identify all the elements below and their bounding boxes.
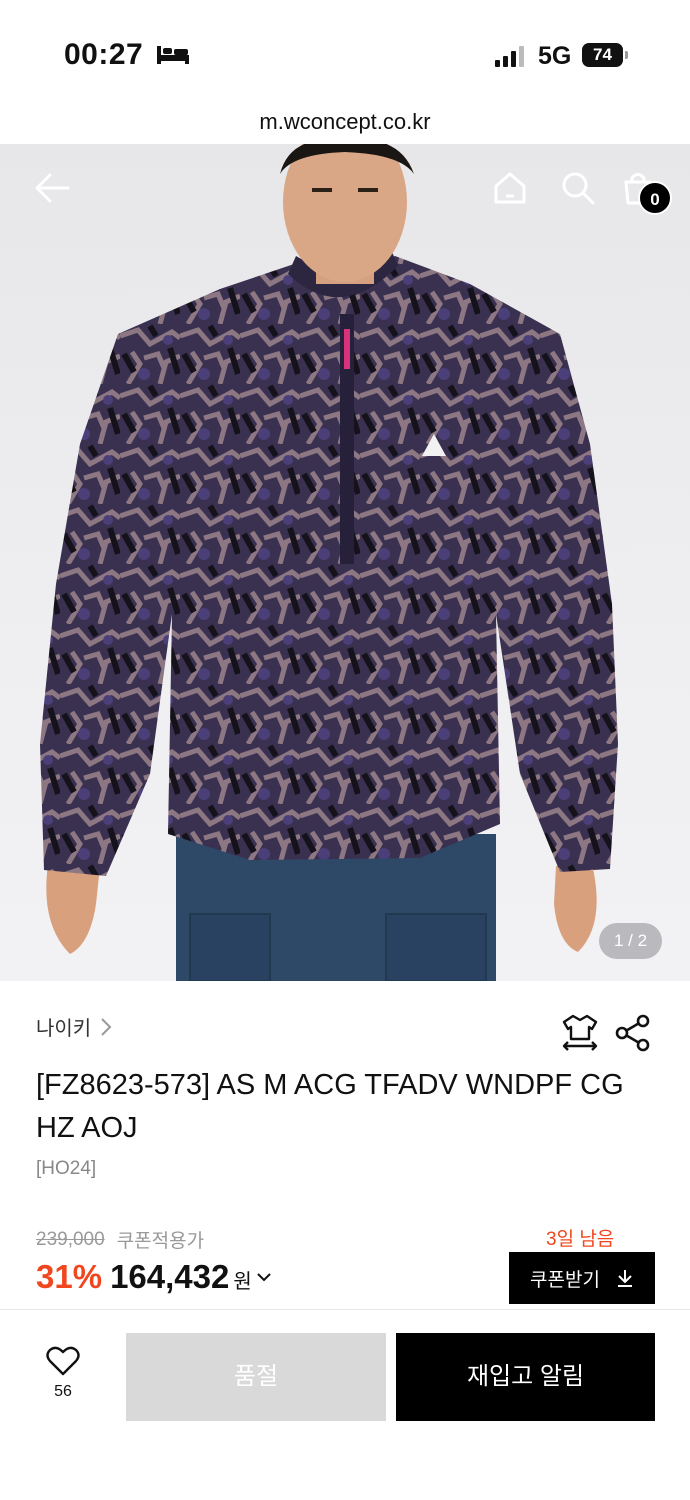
chevron-right-icon [101,1017,112,1036]
divider [0,1309,690,1310]
share-icon[interactable] [614,1014,652,1052]
cell-signal-icon [495,46,524,67]
price-row[interactable]: 31% 164,432 원 [36,1258,272,1296]
brand-name: 나이키 [36,1018,92,1040]
coupon-days-left: 3일 남음 [546,1229,615,1250]
sale-price: 164,432 [110,1258,230,1295]
network-type: 5G [538,42,572,70]
heart-icon [46,1346,80,1376]
product-image-gallery[interactable] [0,144,690,981]
sleep-bed-icon [157,46,189,64]
original-price: 239,000 [36,1228,105,1250]
season-code: [HO24] [36,1158,97,1179]
restock-alert-button[interactable]: 재입고 알림 [396,1333,655,1421]
cart-count-badge: 0 [638,181,672,215]
image-pager: 1 / 2 [599,923,662,959]
soldout-button[interactable]: 품절 [126,1333,386,1421]
product-photo [40,144,618,981]
brand-link[interactable]: 나이키 [36,1012,113,1041]
coupon-button-label: 쿠폰받기 [530,1269,600,1291]
like-button[interactable]: 56 [36,1346,90,1410]
battery-icon: 74 [582,43,628,67]
battery-level: 74 [582,43,623,67]
search-icon [562,172,595,205]
back-button[interactable] [30,166,74,210]
coupon-price-note: 쿠폰적용가 [116,1231,205,1252]
currency-label: 원 [233,1271,252,1293]
like-count: 56 [54,1383,72,1400]
arrow-left-icon [35,173,70,203]
download-icon [617,1270,632,1287]
search-button[interactable] [556,166,600,210]
size-fit-icon[interactable] [560,1012,600,1052]
product-title: [FZ8623-573] AS M ACG TFADV WNDPF CG HZ … [36,1069,624,1144]
browser-url[interactable]: m.wconcept.co.kr [0,100,690,144]
chevron-down-icon [257,1273,271,1282]
home-button[interactable] [488,166,532,210]
get-coupon-button[interactable]: 쿠폰받기 [509,1252,655,1304]
original-price-row: 239,000 쿠폰적용가 [36,1226,204,1253]
discount-rate: 31% [36,1258,103,1295]
status-time: 00:27 [64,38,144,71]
home-icon [494,172,526,204]
status-bar: 00:27 5G 74 [0,0,690,100]
